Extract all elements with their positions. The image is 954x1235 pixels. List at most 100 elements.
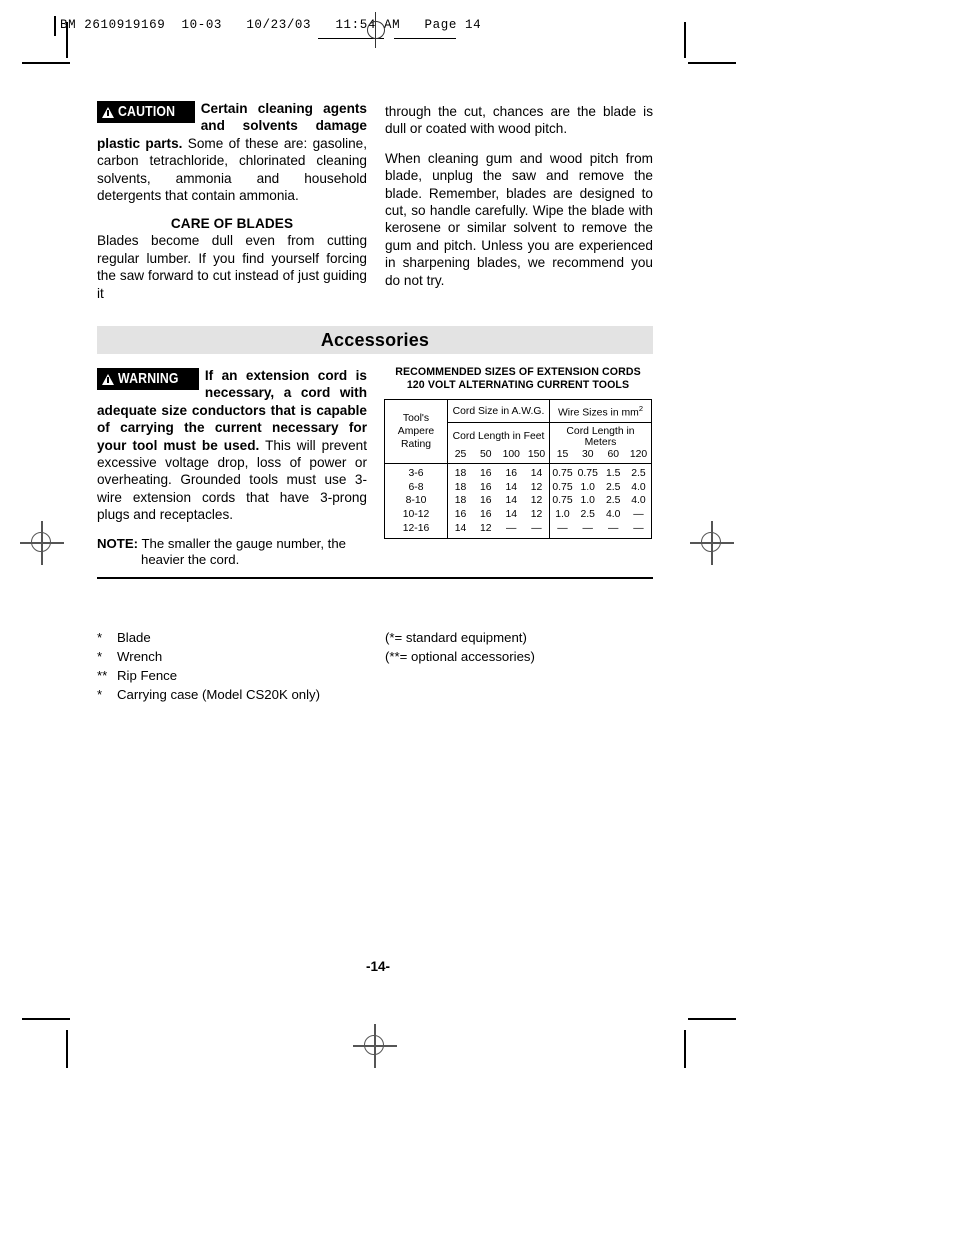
awg-value: 18: [454, 481, 467, 493]
amp-range: 10-12: [384, 507, 448, 522]
warning-paragraph: WARNING If an extension cord is necessar…: [97, 367, 367, 524]
awg-value: 18: [454, 467, 467, 479]
cord-table-title-line-1: RECOMMENDED SIZES OF EXTENSION CORDS: [395, 366, 641, 378]
section-divider-rule: [97, 577, 653, 579]
mm-value: 0.75: [577, 467, 598, 479]
mm-value: —: [633, 509, 644, 521]
amp-header-line-1: Tool's: [402, 412, 430, 424]
mm-value: 4.0: [631, 495, 646, 507]
warning-triangle-icon: [102, 107, 114, 118]
awg-value: 14: [505, 481, 518, 493]
awg-value: 14: [454, 523, 467, 534]
list-item-marker: *: [97, 630, 103, 645]
warning-column: WARNING If an extension cord is necessar…: [97, 367, 367, 569]
right-paragraph-2: When cleaning gum and wood pitch from bl…: [385, 150, 653, 288]
mm-value: 1.0: [555, 509, 570, 521]
warning-badge-label: WARNING: [118, 370, 179, 387]
awg-value: —: [524, 521, 550, 539]
list-item: ** Rip Fence: [97, 666, 387, 685]
table-row: 3-6 18 16 16 14 0.75 0.75 1.5 2.5: [384, 463, 652, 481]
crop-mark-bottom-right-horizontal: [688, 1018, 736, 1020]
mm-value: 0.75: [552, 481, 573, 493]
crop-mark-top-right-horizontal: [688, 62, 736, 64]
awg-value: 14: [505, 495, 518, 507]
registration-mark-left: [20, 521, 64, 565]
feet-length-25: 25: [447, 448, 473, 464]
amp-range: 8-10: [384, 494, 448, 508]
table-row: 12-16 14 12 — — — — — —: [384, 521, 652, 539]
extension-cord-table-block: RECOMMENDED SIZES OF EXTENSION CORDS 120…: [384, 366, 652, 539]
feet-length-150: 150: [524, 448, 550, 464]
list-item: * Blade: [97, 628, 387, 647]
meters-sub-header: Cord Length in Meters: [566, 425, 635, 448]
mm-value: —: [633, 523, 644, 534]
awg-value: 16: [479, 481, 492, 493]
mm-value: 0.75: [552, 495, 573, 507]
page-number: -14-: [365, 959, 390, 974]
awg-value: 16: [454, 509, 467, 521]
cord-table-title-line-2: 120 VOLT ALTERNATING CURRENT TOOLS: [406, 379, 630, 392]
crop-mark-bottom-left-vertical: [66, 1030, 68, 1068]
table-header-group-row: Tool's Ampere Rating Cord Size in A.W.G.…: [384, 399, 652, 464]
right-paragraph-1: through the cut, chances are the blade i…: [385, 104, 653, 137]
accessories-section-banner: Accessories: [97, 326, 653, 354]
awg-group-header: Cord Size in A.W.G.: [447, 399, 550, 423]
mm-value: —: [557, 523, 568, 534]
crop-mark-top-right-vertical: [684, 22, 686, 58]
crop-mark-top-left-horizontal: [22, 62, 70, 64]
list-item-label: Carrying case (Model CS20K only): [117, 687, 321, 702]
list-item-marker: *: [97, 649, 103, 664]
feet-length-50: 50: [473, 448, 499, 464]
mm-value: —: [608, 523, 619, 534]
accessories-legend: (*= standard equipment) (**= optional ac…: [385, 628, 645, 666]
mm-value: 1.0: [580, 495, 595, 507]
registration-crosshair-vertical: [375, 12, 377, 48]
awg-value: 12: [479, 523, 492, 534]
registration-circle: [364, 1035, 384, 1055]
mm-group-header: Wire Sizes in mm2: [549, 399, 652, 423]
list-item-label: Wrench: [117, 649, 163, 664]
amp-header-line-2: Ampere: [397, 425, 435, 437]
caution-badge: CAUTION: [97, 101, 195, 124]
legend-standard-equipment: (*= standard equipment): [385, 630, 527, 645]
registration-mark-bottom: [353, 1024, 397, 1068]
cord-table-title: RECOMMENDED SIZES OF EXTENSION CORDS 120…: [384, 366, 652, 392]
note-label: NOTE:: [97, 535, 139, 551]
list-item: * Carrying case (Model CS20K only): [97, 685, 387, 704]
mm-group-header-text: Wire Sizes in mm: [558, 407, 639, 419]
list-item-label: Rip Fence: [117, 668, 178, 683]
feet-sub-header: Cord Length in Feet: [447, 422, 550, 449]
amp-header-line-3: Rating: [400, 439, 432, 451]
mm-value: 2.5: [631, 467, 646, 479]
awg-value: 16: [479, 509, 492, 521]
registration-mark-right: [690, 521, 734, 565]
mm-value: 2.5: [606, 495, 621, 507]
mm-superscript: 2: [638, 404, 643, 414]
awg-value: 12: [524, 480, 550, 495]
amp-range: 6-8: [384, 480, 448, 495]
awg-value: 16: [505, 467, 518, 479]
caution-badge-label: CAUTION: [118, 103, 176, 120]
print-slug-text: BM 2610919169 10-03 10/23/03 11:54 AM Pa…: [60, 18, 482, 32]
care-of-blades-heading: CARE OF BLADES: [170, 216, 294, 232]
legend-optional-accessories: (**= optional accessories): [385, 649, 535, 664]
extension-cord-table: Tool's Ampere Rating Cord Size in A.W.G.…: [384, 399, 652, 539]
awg-value: 14: [505, 509, 518, 521]
left-column: CAUTION Certain cleaning agents and solv…: [97, 100, 367, 302]
accessories-banner-title: Accessories: [320, 329, 430, 350]
registration-circle: [701, 532, 721, 552]
mm-value: 1.5: [606, 467, 621, 479]
meter-length-120: 120: [626, 448, 652, 464]
list-item: * Wrench: [97, 647, 387, 666]
slug-underline-right: [394, 38, 456, 39]
mm-value: —: [582, 523, 593, 534]
feet-length-100: 100: [498, 448, 524, 464]
list-item-marker: **: [97, 668, 108, 683]
mm-value: 2.5: [580, 509, 595, 521]
awg-value: —: [506, 523, 517, 534]
registration-mark-header: [358, 12, 394, 48]
note-text: The smaller the gauge number, the heavie…: [138, 535, 346, 568]
mm-value: 1.0: [580, 481, 595, 493]
table-row: 10-12 16 16 14 12 1.0 2.5 4.0 —: [384, 507, 652, 522]
awg-value: 18: [454, 495, 467, 507]
